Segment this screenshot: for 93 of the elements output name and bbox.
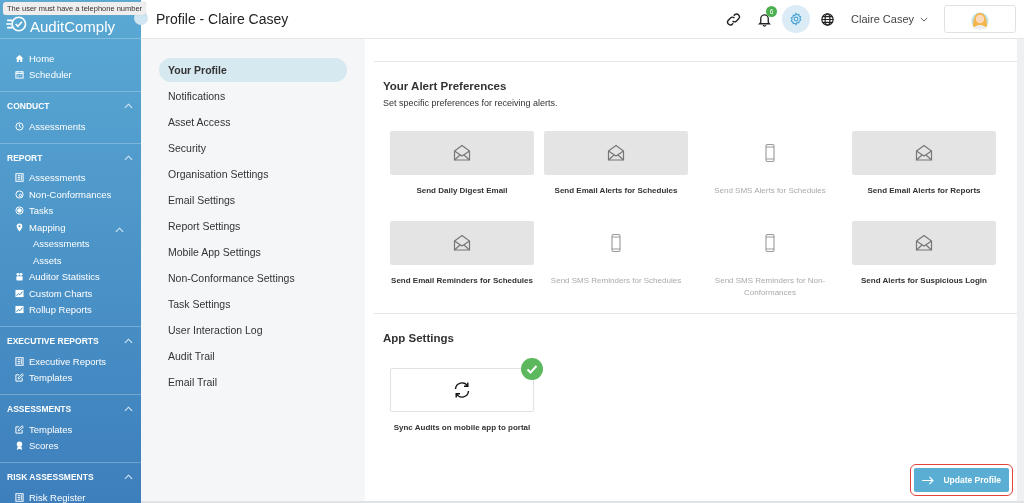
edit-icon [15, 373, 24, 383]
doc-icon [15, 173, 24, 183]
sidebar-item[interactable]: Templates [0, 369, 73, 386]
gauge-icon [15, 189, 24, 199]
pin-icon [15, 222, 24, 232]
settings-tab[interactable]: Email Trail [159, 370, 347, 394]
sidebar-item[interactable]: Assessments [0, 169, 86, 186]
sidebar-item[interactable]: Templates [0, 421, 73, 438]
user-menu[interactable]: Claire Casey [851, 13, 928, 25]
settings-tab[interactable]: Non-Conformance Settings [159, 266, 347, 290]
settings-tab[interactable]: Security [159, 136, 347, 160]
avatar-button[interactable] [944, 5, 1016, 33]
home-icon [15, 53, 24, 63]
alert-option-label: Send SMS Reminders for Schedules [550, 275, 682, 287]
alert-option-label: Send Email Alerts for Reports [867, 185, 981, 197]
settings-tab[interactable]: Mobile App Settings [159, 240, 347, 264]
settings-tab[interactable]: Your Profile [159, 58, 347, 82]
sidebar-subitem[interactable]: Assets [0, 252, 141, 269]
edit-icon [15, 424, 24, 434]
sync-icon [452, 380, 472, 400]
page-title: Profile - Claire Casey [156, 11, 289, 27]
section-heading: CONDUCT [7, 101, 50, 111]
doc-icon [15, 356, 24, 366]
sidebar-item[interactable]: Auditor Statistics [0, 268, 100, 285]
settings-tab[interactable]: User Interaction Log [159, 318, 347, 342]
envelope-icon [914, 233, 934, 253]
arrow-right-icon [922, 475, 936, 485]
clock-icon [15, 121, 24, 131]
doc-icon [15, 492, 24, 502]
app-option-label: Sync Audits on mobile app to portal [393, 422, 531, 434]
settings-tab[interactable]: Report Settings [159, 214, 347, 238]
sidebar-item[interactable]: Home [0, 50, 141, 67]
caret-icon[interactable] [124, 154, 133, 161]
brand-name: AuditComply [30, 17, 116, 35]
link-icon[interactable] [726, 11, 742, 27]
sidebar-subitem[interactable]: Assessments [0, 235, 141, 252]
chevron-down-icon [920, 16, 928, 22]
sidebar-item[interactable]: Assessments [0, 118, 86, 135]
alert-option-label: Send Alerts for Suspicious Login [861, 275, 987, 287]
section-heading: RISK ASSESSMENTS [7, 472, 94, 482]
section-heading: ASSESSMENTS [7, 404, 72, 414]
target-icon [15, 206, 24, 216]
alert-toggle-tile[interactable] [852, 131, 996, 175]
sidebar-item[interactable]: Scheduler [0, 66, 141, 83]
update-profile-button[interactable]: Update Profile [914, 468, 1009, 492]
chart-icon [15, 305, 24, 315]
envelope-icon [452, 143, 472, 163]
sidebar-item[interactable]: Tasks [0, 202, 54, 219]
award-icon [15, 441, 24, 451]
section-description: Set specific preferences for receiving alerts. [383, 98, 559, 108]
settings-tab[interactable]: Notifications [159, 84, 347, 108]
sync-toggle-tile[interactable] [390, 368, 534, 412]
settings-tab[interactable]: Email Settings [159, 188, 347, 212]
section-heading: EXECUTIVE REPORTS [7, 336, 99, 346]
globe-icon[interactable] [820, 11, 836, 27]
bell-icon[interactable] [757, 11, 773, 27]
alert-toggle-tile[interactable] [390, 131, 534, 175]
alert-option-label: Send Email Reminders for Schedules [391, 275, 533, 287]
caret-icon[interactable] [124, 103, 133, 109]
sidebar-item[interactable]: Risk Register [0, 489, 86, 503]
section-heading: REPORT [7, 152, 43, 163]
sidebar-item[interactable]: Executive Reports [0, 353, 107, 370]
sidebar-item[interactable]: Mapping [0, 219, 66, 236]
caret-icon[interactable] [124, 474, 133, 480]
sidebar-item[interactable]: Rollup Reports [0, 301, 92, 318]
logo-icon [6, 15, 28, 33]
alert-option-label: Send SMS Alerts for Schedules [714, 185, 826, 197]
section-heading: Your Alert Preferences [383, 80, 508, 92]
settings-tab[interactable]: Task Settings [159, 292, 347, 316]
alert-toggle-tile[interactable] [544, 131, 688, 175]
alert-option-label: Send Daily Digest Email [416, 185, 508, 197]
sidebar-item[interactable]: Non-Conformances [0, 186, 112, 203]
settings-tab[interactable]: Asset Access [159, 110, 347, 134]
envelope-icon [452, 233, 472, 253]
alert-option-label: Send Email Alerts for Schedules [554, 185, 678, 197]
chart-icon [15, 288, 24, 298]
caret-icon[interactable] [124, 406, 133, 412]
alert-option-label: Send SMS Reminders for Non-Conformances [713, 275, 827, 299]
settings-tab[interactable]: Organisation Settings [159, 162, 347, 186]
settings-tab[interactable]: Audit Trail [159, 344, 347, 368]
envelope-icon [914, 143, 934, 163]
sidebar-item[interactable]: Scores [0, 437, 59, 454]
caret-icon[interactable] [115, 227, 124, 234]
settings-icon [789, 12, 804, 26]
caret-icon[interactable] [124, 338, 133, 344]
settings-button[interactable] [782, 5, 811, 33]
sidebar-item[interactable]: Custom Charts [0, 285, 93, 302]
envelope-icon [606, 143, 626, 163]
calendar-icon [15, 70, 24, 80]
alert-toggle-tile[interactable] [852, 221, 996, 265]
section-heading: App Settings [383, 332, 455, 344]
people-icon [15, 272, 24, 282]
alert-toggle-tile[interactable] [390, 221, 534, 265]
